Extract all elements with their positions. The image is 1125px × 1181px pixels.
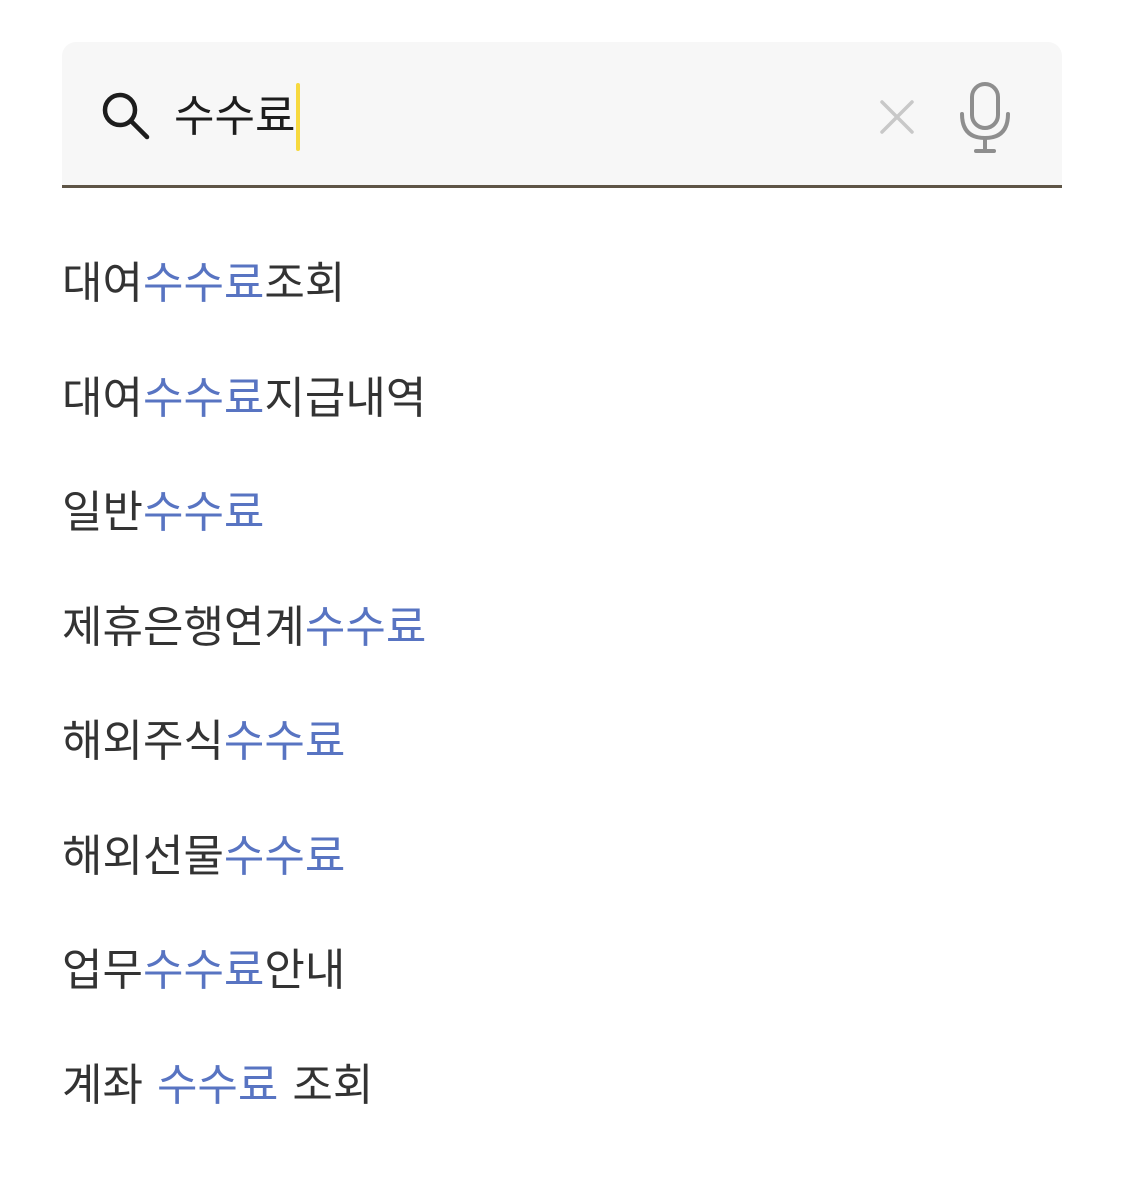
suggestion-item[interactable]: 계좌 수수료 조회	[62, 1024, 1062, 1139]
search-screen: 수수료 대여 수수료 조회 대여 수수료 지급내역 일반 수수료 제휴은행연계 수수료 해외…	[0, 0, 1125, 1181]
suggestion-text-match: 수수료	[142, 258, 265, 310]
search-bar: 수수료	[62, 42, 1062, 188]
suggestion-text-match: 수수료	[142, 487, 265, 539]
search-input[interactable]: 수수료	[174, 82, 854, 152]
suggestion-text-after: 조회	[278, 1059, 374, 1111]
suggestion-text-before: 일반	[62, 487, 143, 539]
search-input-value: 수수료	[174, 91, 296, 142]
suggestion-item[interactable]: 대여 수수료 지급내역	[62, 337, 1062, 452]
text-caret	[296, 83, 301, 151]
suggestion-item[interactable]: 대여 수수료 조회	[62, 222, 1062, 337]
close-icon[interactable]	[874, 94, 920, 140]
suggestion-text-before: 대여	[62, 258, 143, 310]
suggestion-text-before: 계좌	[62, 1059, 157, 1111]
suggestion-item[interactable]: 제휴은행연계 수수료	[62, 566, 1062, 681]
suggestion-text-before: 제휴은행연계	[62, 601, 305, 653]
suggestion-text-match: 수수료	[223, 830, 346, 882]
suggestion-item[interactable]: 해외주식 수수료	[62, 680, 1062, 795]
suggestion-text-after: 지급내역	[264, 372, 427, 424]
suggestion-item[interactable]: 해외선물 수수료	[62, 795, 1062, 910]
suggestion-text-match: 수수료	[156, 1059, 279, 1111]
suggestion-item[interactable]: 일반 수수료	[62, 451, 1062, 566]
suggestion-text-match: 수수료	[223, 716, 346, 768]
suggestion-item[interactable]: 업무 수수료 안내	[62, 909, 1062, 1024]
suggestion-text-match: 수수료	[304, 601, 427, 653]
suggestion-text-before: 대여	[62, 372, 143, 424]
suggestion-list: 대여 수수료 조회 대여 수수료 지급내역 일반 수수료 제휴은행연계 수수료 해외주식 수수…	[62, 222, 1062, 1138]
suggestion-text-match: 수수료	[142, 945, 265, 997]
suggestion-text-before: 해외선물	[62, 830, 224, 882]
search-icon	[102, 92, 150, 140]
suggestion-text-after: 조회	[264, 258, 346, 310]
suggestion-text-before: 해외주식	[62, 716, 224, 768]
suggestion-text-before: 업무	[62, 945, 143, 997]
suggestion-text-after: 안내	[264, 945, 346, 997]
suggestion-text-match: 수수료	[142, 372, 265, 424]
microphone-icon[interactable]	[952, 80, 1018, 158]
